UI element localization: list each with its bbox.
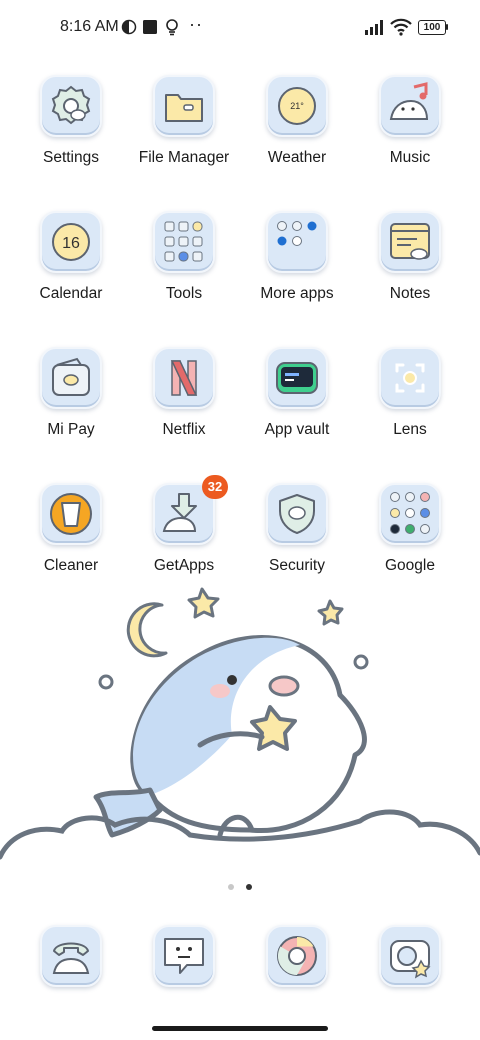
chrome-icon	[266, 925, 328, 987]
notes-icon	[379, 211, 441, 273]
app-lens[interactable]: Lens	[354, 347, 466, 439]
app-label: File Manager	[138, 149, 230, 166]
app-vault-icon	[266, 347, 328, 409]
app-music[interactable]: Music	[354, 75, 466, 167]
weather-temp: 21°	[290, 101, 304, 111]
app-label: Netflix	[162, 421, 206, 438]
app-label: Security	[269, 557, 325, 574]
app-folder-more-apps[interactable]: More apps	[241, 211, 353, 303]
app-cleaner[interactable]: Cleaner	[15, 483, 127, 575]
app-label: Tools	[165, 285, 203, 302]
phone-icon	[40, 925, 102, 987]
app-calendar[interactable]: 16 Calendar	[15, 211, 127, 303]
app-mi-pay[interactable]: Mi Pay	[15, 347, 127, 439]
app-security[interactable]: Security	[241, 483, 353, 575]
data-saver-icon	[121, 19, 137, 35]
dock-messages[interactable]	[128, 925, 240, 987]
app-label: App vault	[264, 421, 330, 438]
battery-icon: 100	[418, 20, 446, 35]
app-label: GetApps	[153, 557, 215, 574]
app-label: Notes	[389, 285, 431, 302]
weather-icon: 21°	[266, 75, 328, 137]
calendar-icon: 16	[40, 211, 102, 273]
calendar-day: 16	[62, 235, 80, 252]
status-bar: 8:16 AM ·· 100	[0, 0, 480, 56]
wallpaper-illustration	[0, 587, 480, 860]
app-label: Cleaner	[43, 557, 99, 574]
trash-icon	[40, 483, 102, 545]
wallet-icon	[40, 347, 102, 409]
app-netflix[interactable]: Netflix	[128, 347, 240, 439]
app-settings[interactable]: Settings	[15, 75, 127, 167]
app-getapps[interactable]: 32 GetApps	[128, 475, 240, 575]
status-time: 8:16 AM	[60, 18, 119, 35]
app-label: Lens	[393, 421, 427, 438]
app-label: Settings	[42, 149, 99, 166]
music-note-icon	[379, 75, 441, 137]
app-label: Google	[385, 557, 435, 574]
page-indicator	[0, 877, 480, 895]
notification-badge: 32	[202, 475, 228, 499]
app-label: Weather	[267, 149, 327, 166]
app-notes[interactable]: Notes	[354, 211, 466, 303]
wifi-icon	[390, 18, 412, 36]
dock-chrome[interactable]	[241, 925, 353, 987]
page-dot-2-active[interactable]	[246, 884, 252, 890]
messages-icon	[153, 925, 215, 987]
folder-google-icon	[379, 483, 441, 545]
app-label: Music	[389, 149, 431, 166]
dock-phone[interactable]	[15, 925, 127, 987]
signal-icon	[365, 20, 383, 35]
app-weather[interactable]: 21° Weather	[241, 75, 353, 167]
gesture-navigation-bar[interactable]	[152, 1026, 328, 1031]
app-label: Mi Pay	[47, 421, 95, 438]
lightbulb-icon	[166, 19, 178, 36]
app-label: Calendar	[39, 285, 103, 302]
camera-icon	[379, 925, 441, 987]
more-notifications-icon: ··	[189, 14, 203, 34]
folder-more-apps-icon	[266, 211, 328, 273]
app-folder-google[interactable]: Google	[354, 483, 466, 575]
folder-icon	[153, 75, 215, 137]
dock	[0, 925, 480, 989]
page-dot-1[interactable]	[228, 884, 234, 890]
gear-icon	[40, 75, 102, 137]
square-notification-icon	[143, 20, 157, 34]
app-label: More apps	[260, 285, 334, 302]
app-file-manager[interactable]: File Manager	[128, 75, 240, 167]
app-folder-tools[interactable]: Tools	[128, 211, 240, 303]
shield-icon	[266, 483, 328, 545]
app-vault[interactable]: App vault	[241, 347, 353, 439]
lens-icon	[379, 347, 441, 409]
dock-camera[interactable]	[354, 925, 466, 987]
netflix-icon	[153, 347, 215, 409]
folder-tools-icon	[153, 211, 215, 273]
battery-level: 100	[423, 22, 441, 33]
